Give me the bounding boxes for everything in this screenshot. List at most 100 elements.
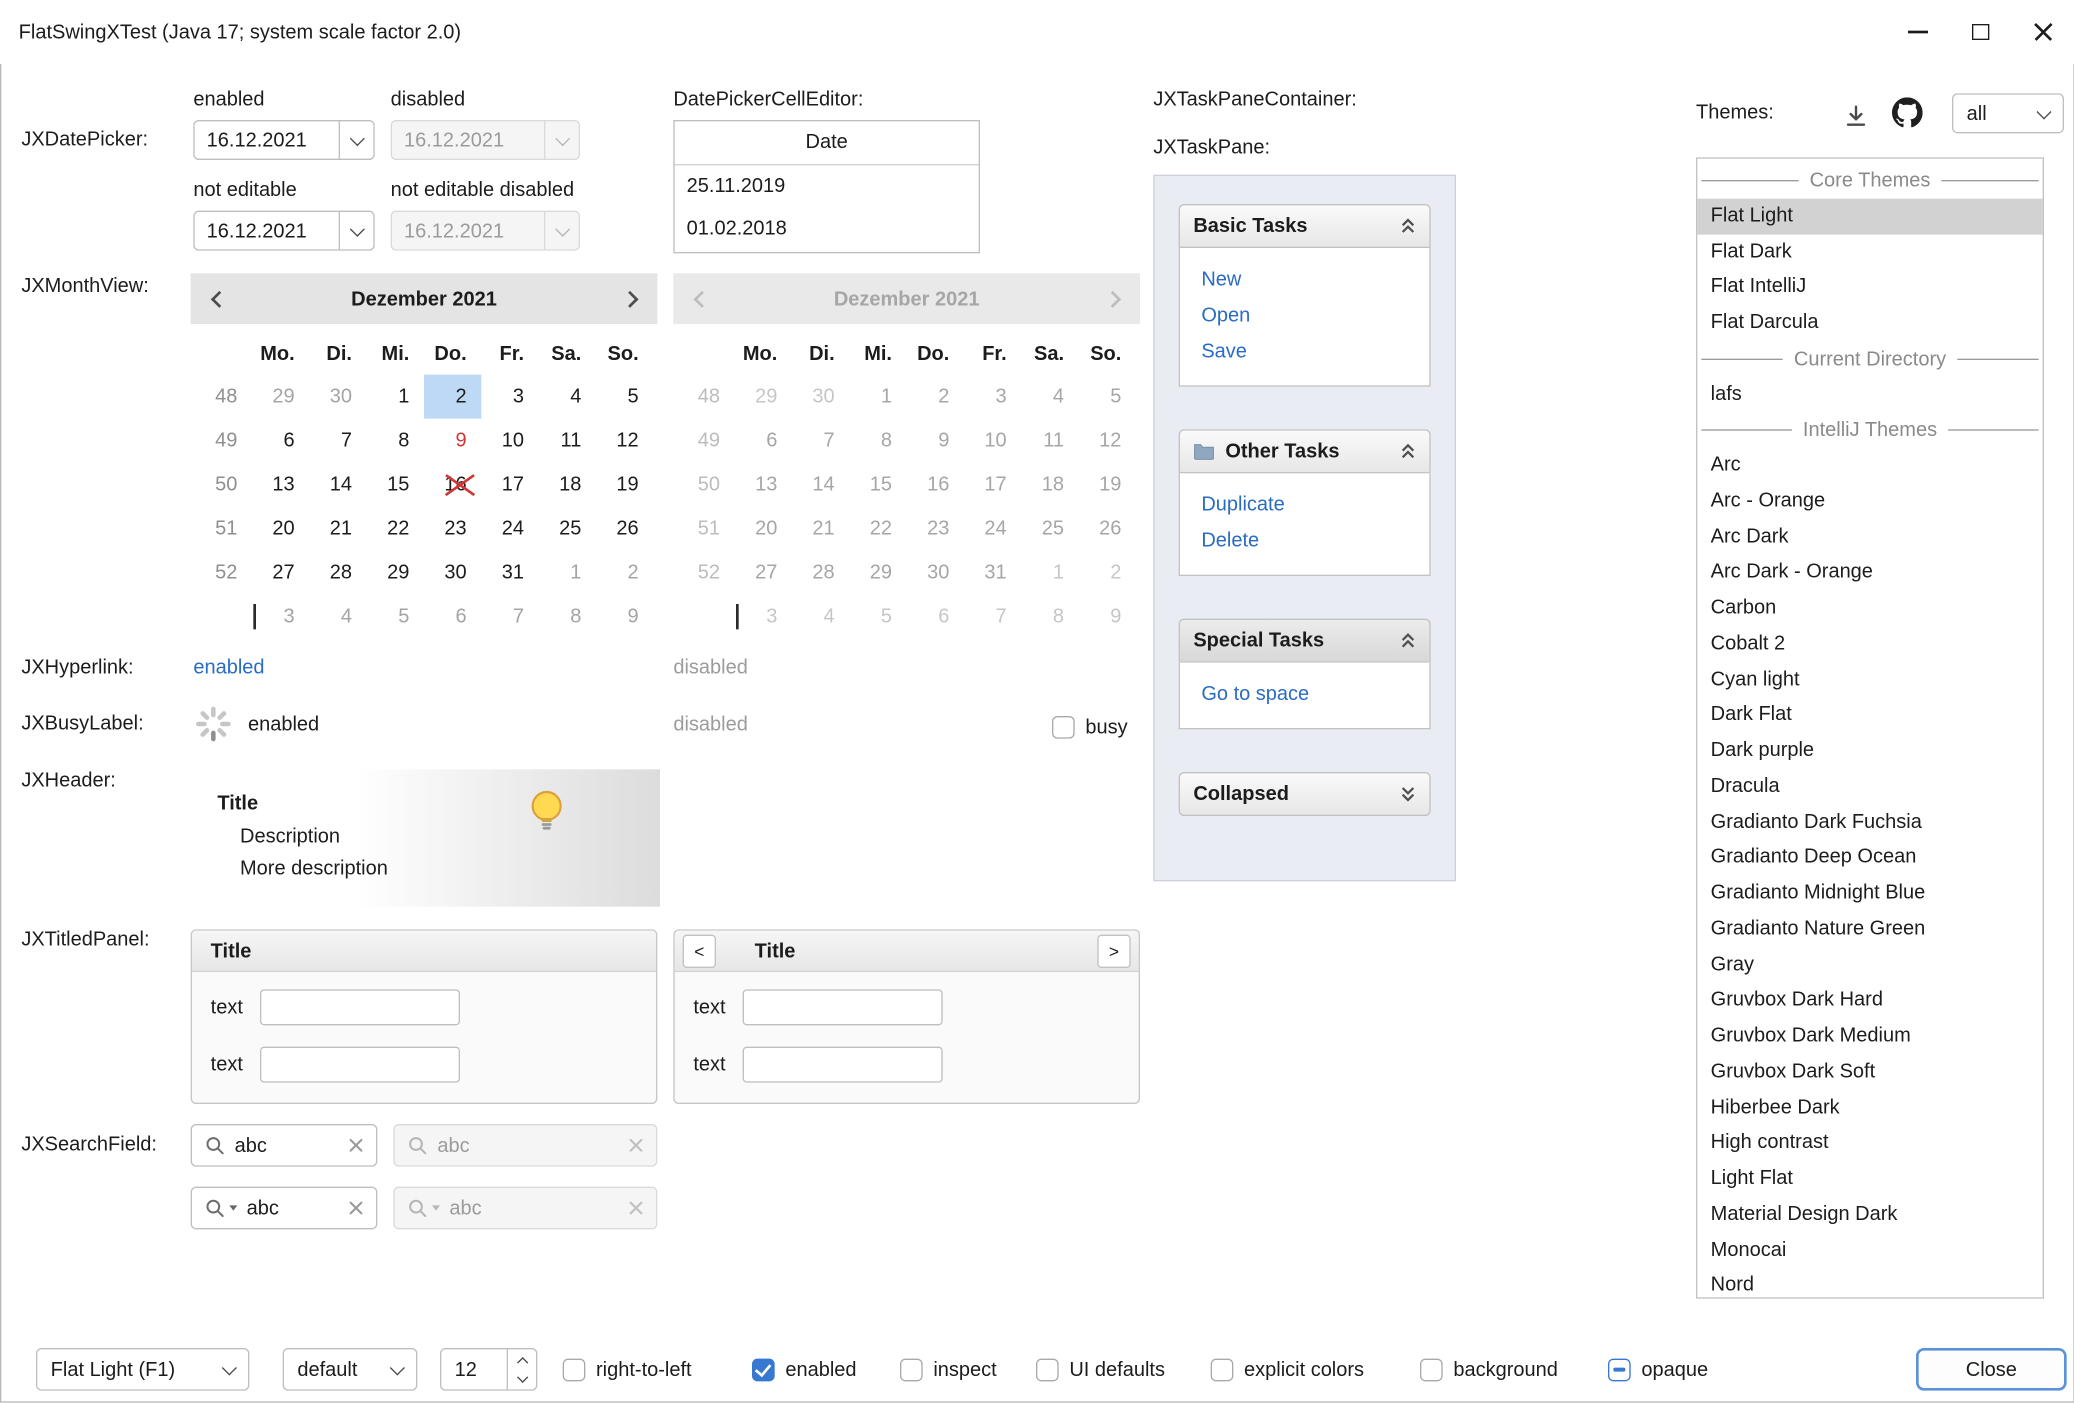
calendar-day[interactable]: 3 [481, 375, 538, 419]
theme-item-gruvbox-dark-medium[interactable]: Gruvbox Dark Medium [1697, 1019, 2042, 1055]
date-picker-dropdown-button[interactable] [339, 121, 374, 158]
calendar-day[interactable]: 24 [481, 507, 538, 551]
text-input[interactable] [743, 989, 943, 1025]
spinner-value[interactable]: 12 [441, 1349, 506, 1389]
text-input[interactable] [743, 1047, 943, 1083]
checkbox-background[interactable]: background [1420, 1351, 1558, 1388]
calendar-day[interactable]: 12 [596, 419, 653, 463]
theme-item-gray[interactable]: Gray [1697, 947, 2042, 983]
theme-item-carbon[interactable]: Carbon [1697, 591, 2042, 627]
maximize-button[interactable] [1949, 0, 2012, 64]
theme-item-cyan-light[interactable]: Cyan light [1697, 662, 2042, 698]
theme-item-material-design-dark[interactable]: Material Design Dark [1697, 1197, 2042, 1233]
theme-item-light-flat[interactable]: Light Flat [1697, 1161, 2042, 1197]
checkbox-box[interactable] [1052, 715, 1075, 738]
calendar-day[interactable]: 13 [252, 463, 309, 507]
close-button[interactable]: Close [1916, 1348, 2067, 1391]
theme-item-gruvbox-dark-soft[interactable]: Gruvbox Dark Soft [1697, 1054, 2042, 1090]
calendar-day[interactable]: 25 [539, 507, 596, 551]
theme-item-flat-darcula[interactable]: Flat Darcula [1697, 305, 2042, 341]
checkbox-box[interactable] [1211, 1358, 1234, 1381]
text-input[interactable] [260, 989, 460, 1025]
taskpane-link-save[interactable]: Save [1201, 333, 1408, 369]
theme-item-flat-dark[interactable]: Flat Dark [1697, 234, 2042, 270]
calendar-day[interactable]: 2 [424, 375, 481, 419]
github-icon[interactable] [1892, 97, 1923, 133]
window-close-button[interactable] [2011, 0, 2074, 64]
checkbox-busy[interactable]: busy [1052, 708, 1128, 745]
checkbox-opaque[interactable]: opaque [1608, 1351, 1708, 1388]
theme-item-high-contrast[interactable]: High contrast [1697, 1126, 2042, 1162]
calendar-day[interactable]: 8 [539, 595, 596, 639]
theme-item-monocai[interactable]: Monocai [1697, 1233, 2042, 1269]
chevron-double-down-icon[interactable] [1400, 785, 1416, 802]
calendar-day[interactable]: 17 [481, 463, 538, 507]
date-picker-enabled[interactable]: 16.12.2021 [193, 120, 374, 160]
theme-item-hiberbee-dark[interactable]: Hiberbee Dark [1697, 1090, 2042, 1126]
clear-icon[interactable] [348, 1137, 364, 1153]
chevron-double-up-icon[interactable] [1400, 217, 1416, 234]
search-input[interactable]: abc [235, 1134, 339, 1157]
date-picker-not-editable[interactable]: 16.12.2021 [193, 211, 374, 251]
hyperlink-enabled[interactable]: enabled [193, 656, 264, 679]
calendar-day[interactable]: 22 [367, 507, 424, 551]
theme-item-dark-flat[interactable]: Dark Flat [1697, 698, 2042, 734]
font-combo[interactable]: default [283, 1348, 418, 1391]
taskpane-link-duplicate[interactable]: Duplicate [1201, 487, 1408, 523]
theme-item-arc-dark[interactable]: Arc Dark [1697, 519, 2042, 555]
calendar-day[interactable]: 2 [596, 551, 653, 595]
theme-item-cobalt-2[interactable]: Cobalt 2 [1697, 626, 2042, 662]
search-field-enabled[interactable]: abc [191, 1124, 378, 1167]
search-field-with-menu[interactable]: abc [191, 1187, 378, 1230]
chevron-double-up-icon[interactable] [1400, 443, 1416, 460]
date-picker-value[interactable]: 16.12.2021 [195, 212, 339, 249]
theme-item-nord[interactable]: Nord [1697, 1268, 2042, 1298]
calendar-day[interactable]: 3 [252, 595, 309, 639]
taskpane-link-delete[interactable]: Delete [1201, 523, 1408, 559]
checkbox-right-to-left[interactable]: right-to-left [563, 1351, 692, 1388]
theme-item-dracula[interactable]: Dracula [1697, 769, 2042, 805]
themes-filter-combo[interactable]: all [1952, 93, 2064, 133]
calendar-day[interactable]: 10 [481, 419, 538, 463]
panel-right-button[interactable]: > [1097, 934, 1130, 967]
calendar-day[interactable]: 8 [367, 419, 424, 463]
theme-item-dark-purple[interactable]: Dark purple [1697, 733, 2042, 769]
calendar-day[interactable]: 26 [596, 507, 653, 551]
checkbox-inspect[interactable]: inspect [900, 1351, 997, 1388]
calendar-day[interactable]: 5 [596, 375, 653, 419]
taskpane-header[interactable]: Other Tasks [1179, 429, 1431, 473]
calendar-day[interactable]: 18 [539, 463, 596, 507]
theme-item-flat-light[interactable]: Flat Light [1697, 198, 2042, 234]
clear-icon[interactable] [348, 1200, 364, 1216]
table-row[interactable]: 01.02.2018 [675, 208, 979, 251]
checkbox-box[interactable] [1608, 1358, 1631, 1381]
theme-item-arc-dark-orange[interactable]: Arc Dark - Orange [1697, 555, 2042, 591]
search-input[interactable]: abc [247, 1197, 339, 1220]
font-size-spinner[interactable]: 12 [440, 1348, 537, 1391]
calendar-day[interactable]: 6 [424, 595, 481, 639]
text-input[interactable] [260, 1047, 460, 1083]
calendar-day[interactable]: 1 [367, 375, 424, 419]
table-row[interactable]: 25.11.2019 [675, 165, 979, 208]
calendar-day[interactable]: 5 [367, 595, 424, 639]
minimize-button[interactable] [1886, 0, 1949, 64]
taskpane-header[interactable]: Basic Tasks [1179, 204, 1431, 248]
theme-item-gradianto-dark-fuchsia[interactable]: Gradianto Dark Fuchsia [1697, 805, 2042, 841]
calendar-day[interactable]: 19 [596, 463, 653, 507]
panel-left-button[interactable]: < [683, 934, 716, 967]
checkbox-box[interactable] [900, 1358, 923, 1381]
date-picker-dropdown-button[interactable] [339, 212, 374, 249]
checkbox-box[interactable] [752, 1358, 775, 1381]
theme-item-lafs[interactable]: lafs [1697, 377, 2042, 413]
theme-item-gradianto-midnight-blue[interactable]: Gradianto Midnight Blue [1697, 876, 2042, 912]
calendar-day[interactable]: 28 [309, 551, 366, 595]
calendar-day[interactable]: 4 [539, 375, 596, 419]
theme-item-arc-orange[interactable]: Arc - Orange [1697, 484, 2042, 520]
theme-item-gradianto-deep-ocean[interactable]: Gradianto Deep Ocean [1697, 840, 2042, 876]
next-month-button[interactable] [601, 273, 657, 324]
calendar-day[interactable]: 9 [596, 595, 653, 639]
theme-item-gruvbox-dark-hard[interactable]: Gruvbox Dark Hard [1697, 983, 2042, 1019]
calendar-day[interactable]: 29 [367, 551, 424, 595]
calendar-day[interactable]: 16 [424, 463, 481, 507]
spinner-down-button[interactable] [508, 1369, 536, 1389]
